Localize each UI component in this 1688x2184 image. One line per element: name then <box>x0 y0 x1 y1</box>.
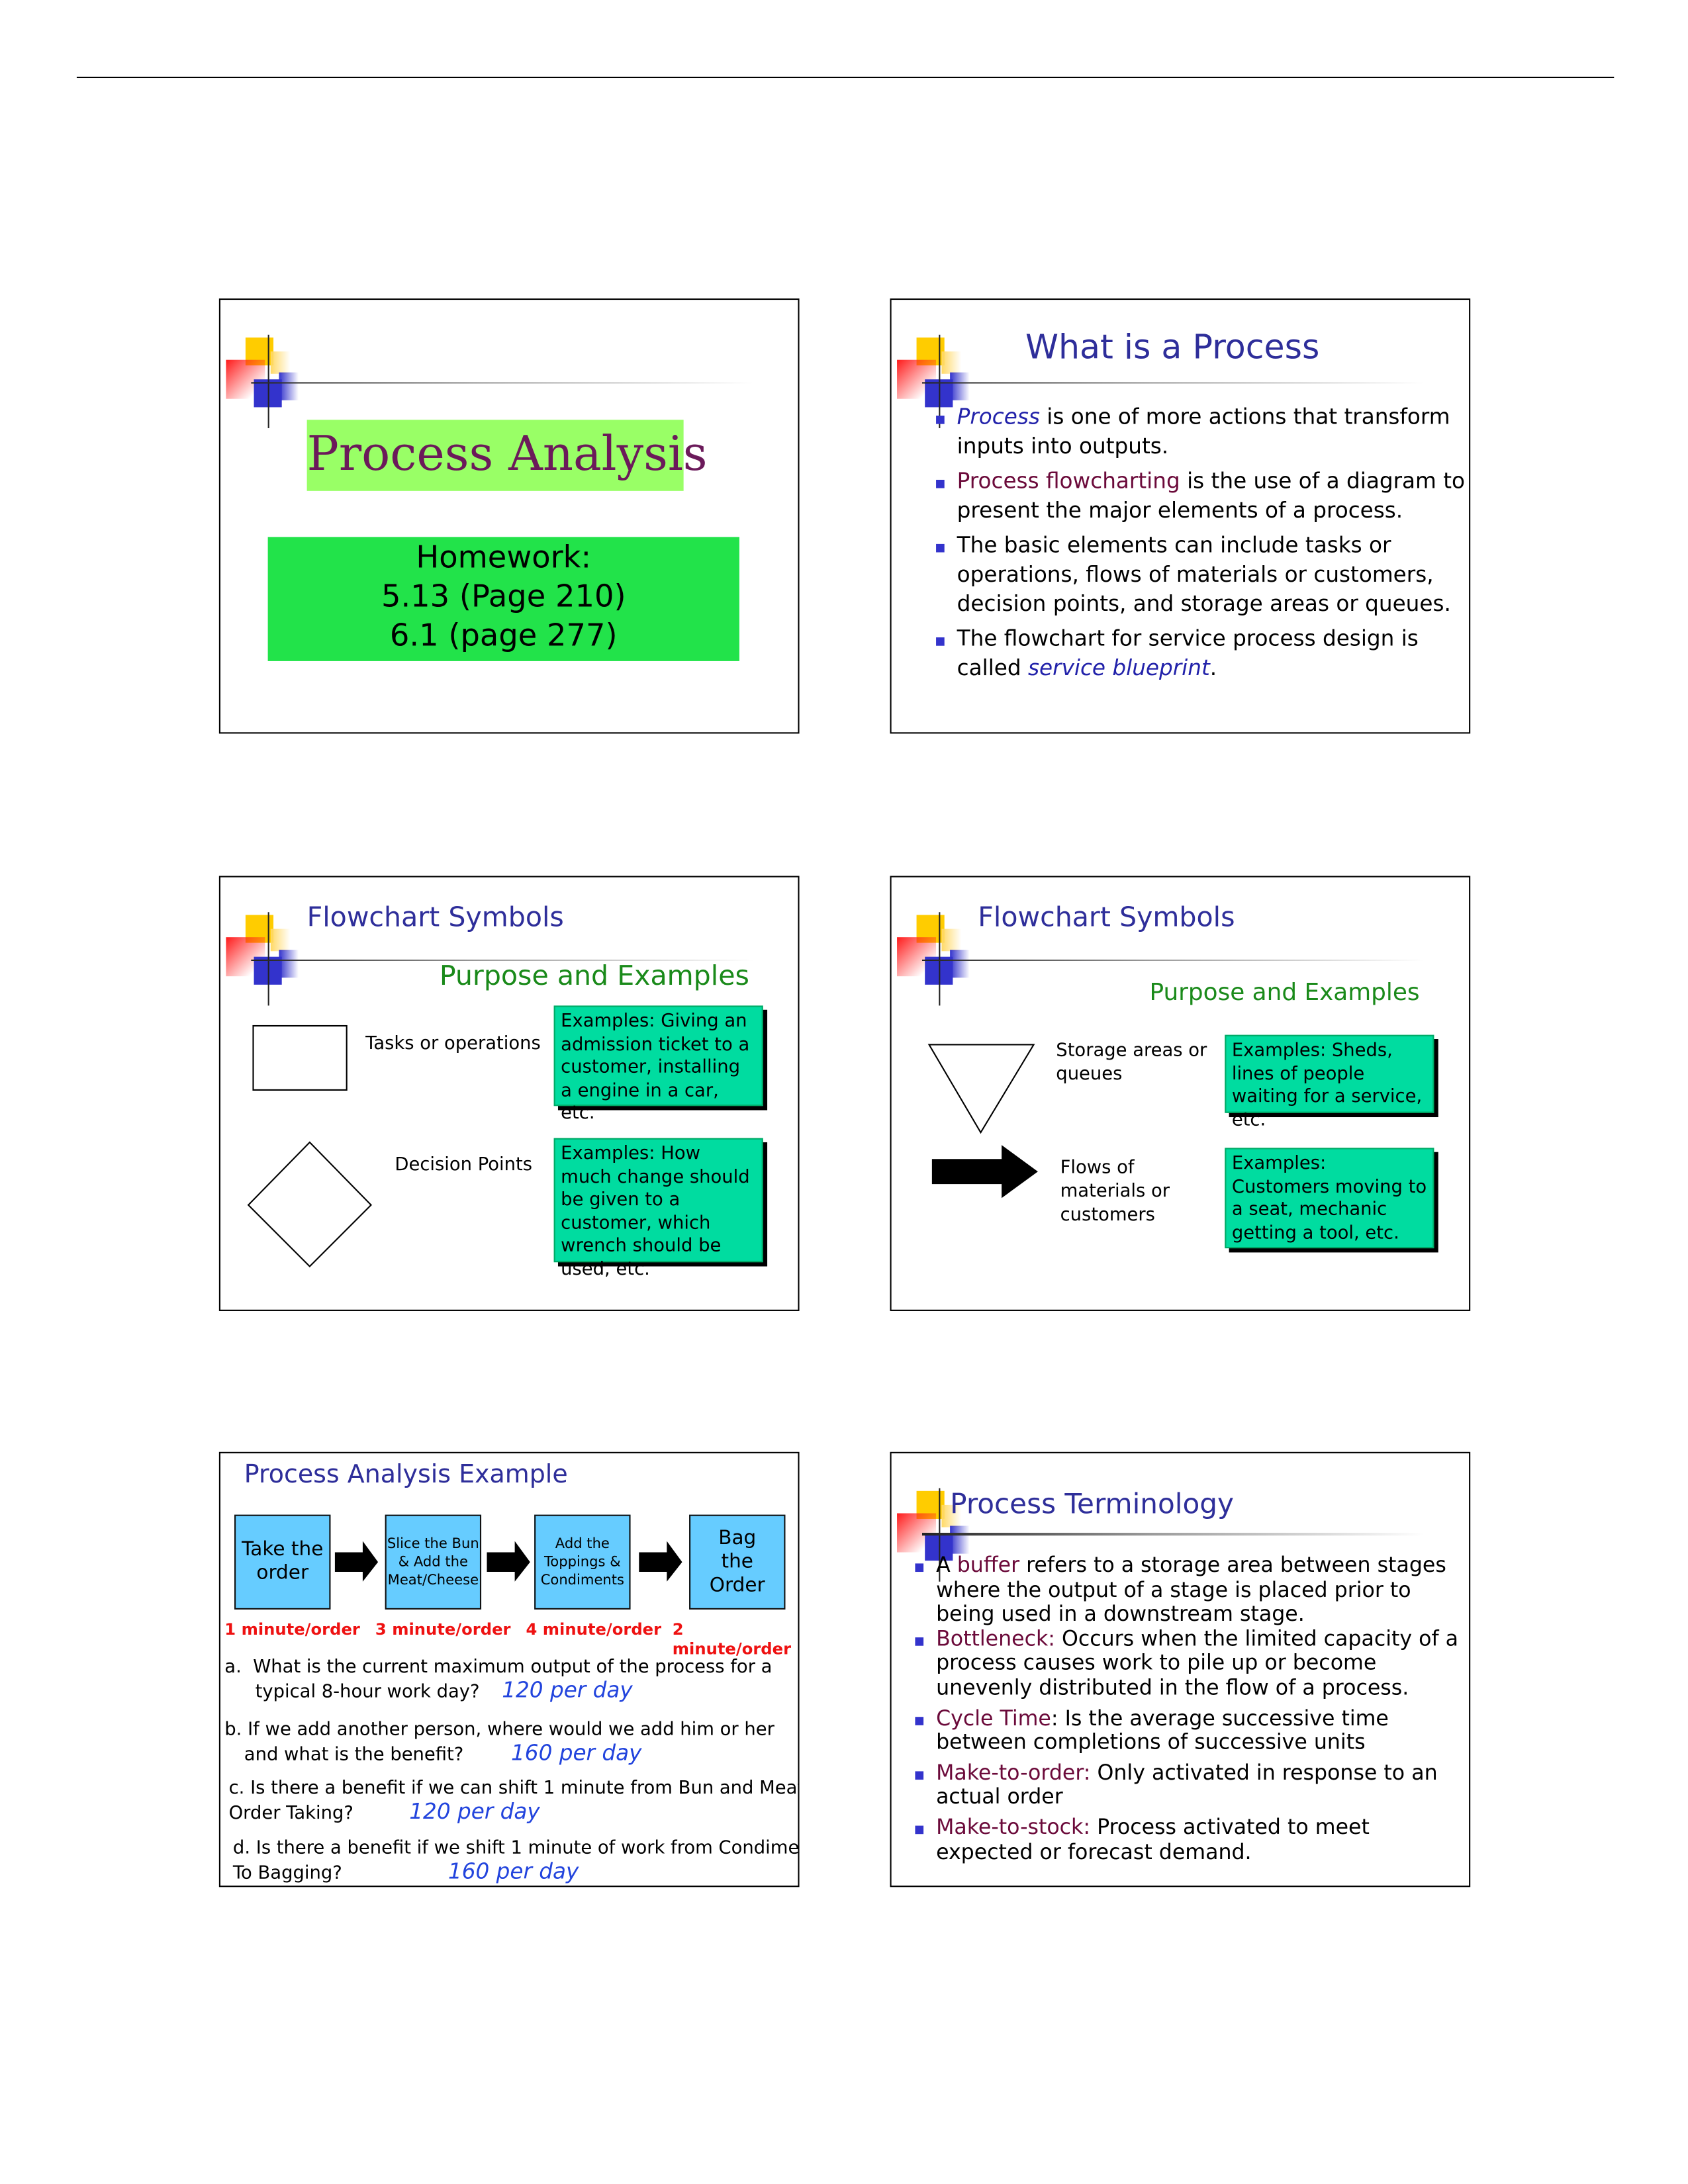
process-step: Slice the Bun & Add the Meat/Cheese <box>385 1514 482 1610</box>
term: Bottleneck: <box>936 1625 1055 1651</box>
example-box: Examples: How much change should be give… <box>553 1138 763 1280</box>
question-text: b. If we add another person, where would… <box>224 1719 774 1741</box>
term: Process <box>957 404 1040 430</box>
slide-title: What is a Process <box>1025 328 1320 367</box>
question-text: d. Is there a benefit if we shift 1 minu… <box>232 1838 800 1860</box>
example-box: Examples: Giving an admission ticket to … <box>553 1005 763 1124</box>
flow-arrow-icon <box>639 1541 682 1582</box>
slide-logo-icon <box>220 878 304 1017</box>
answer: 160 per day <box>510 1741 642 1766</box>
slide-title: Process Analysis <box>306 420 708 491</box>
homework-item: 6.1 (page 277) <box>389 619 618 655</box>
answer: 160 per day <box>447 1859 579 1885</box>
title-rule <box>251 381 753 384</box>
term: Make-to-stock: <box>936 1814 1091 1840</box>
process-step: Take the order <box>234 1514 331 1610</box>
bullet-item: Process is one of more actions that tran… <box>936 403 1466 462</box>
bullet-item: Make-to-stock: Process activated to meet… <box>915 1814 1459 1865</box>
bullet-item: A buffer refers to a storage area betwee… <box>915 1552 1459 1627</box>
slide-title: Process Terminology <box>950 1486 1234 1521</box>
step-time: 2 minute/order <box>672 1619 792 1659</box>
question: b. If we add another person, where would… <box>224 1718 774 1767</box>
term: Make-to-order: <box>936 1760 1091 1785</box>
question-text: and what is the benefit? <box>244 1745 464 1766</box>
slide-6: Process Terminology A buffer refers to a… <box>890 1451 1471 1888</box>
process-step: Bag the Order <box>689 1514 786 1610</box>
slide-3: Flowchart Symbols Purpose and Examples T… <box>218 876 800 1311</box>
flow-arrow-icon <box>334 1541 379 1582</box>
process-step: Add the Toppings & Condiments <box>534 1514 631 1610</box>
bullet-item: The basic elements can include tasks or … <box>936 531 1466 619</box>
question-text: a. What is the current maximum output of… <box>224 1657 773 1678</box>
question: a. What is the current maximum output of… <box>224 1655 772 1704</box>
bullet-list: A buffer refers to a storage area betwee… <box>915 1552 1459 1865</box>
symbol-label: Tasks or operations <box>365 1033 541 1055</box>
step-time: 1 minute/order <box>224 1619 360 1639</box>
term: Cycle Time <box>936 1705 1051 1731</box>
answer: 120 per day <box>502 1678 633 1704</box>
question-text: c. Is there a benefit if we can shift 1 … <box>228 1778 800 1799</box>
bullet-text: A <box>936 1552 957 1578</box>
term: Process flowcharting <box>957 469 1180 494</box>
flow-arrow-icon <box>487 1541 530 1582</box>
homework-heading: Homework: <box>416 541 592 576</box>
symbol-label: Flows of materials or customers <box>1060 1158 1170 1226</box>
title-rule <box>921 958 1425 961</box>
slide-1: Process Analysis Homework: 5.13 (Page 21… <box>218 298 800 734</box>
symbol-label: Storage areas or queues <box>1056 1040 1207 1085</box>
term: buffer <box>957 1552 1020 1578</box>
step-time: 4 minute/order <box>526 1619 662 1639</box>
slide-2: What is a Process Process is one of more… <box>890 298 1471 734</box>
diamond-symbol-icon <box>247 1141 373 1268</box>
answer: 120 per day <box>409 1799 540 1825</box>
slide-title: Process Analysis Example <box>244 1460 568 1490</box>
example-box: Examples: Customers moving to a seat, me… <box>1225 1148 1434 1249</box>
slide-title: Flowchart Symbols <box>306 901 564 933</box>
rectangle-symbol-icon <box>252 1024 348 1091</box>
inverted-triangle-symbol-icon <box>927 1044 1035 1134</box>
bullet-item: Process flowcharting is the use of a dia… <box>936 467 1466 526</box>
slide-title: Flowchart Symbols <box>978 901 1235 933</box>
page-header-rule <box>76 76 1615 79</box>
title-rule <box>921 1533 1425 1535</box>
homework-box: Homework: 5.13 (Page 210) 6.1 (page 277) <box>267 537 739 661</box>
slide-subtitle: Purpose and Examples <box>439 959 749 992</box>
question-text: To Bagging? <box>232 1863 342 1885</box>
slide-4: Flowchart Symbols Purpose and Examples S… <box>890 876 1471 1311</box>
bullet-text: The basic elements can include tasks or … <box>957 533 1451 617</box>
bullet-list: Process is one of more actions that tran… <box>936 403 1466 684</box>
bullet-text: . <box>1209 655 1217 681</box>
example-box: Examples: Sheds, lines of people waiting… <box>1225 1034 1434 1130</box>
question: c. Is there a benefit if we can shift 1 … <box>228 1777 800 1826</box>
bullet-item: Make-to-order: Only activated in respons… <box>915 1760 1459 1810</box>
bullet-item: The flowchart for service process design… <box>936 625 1466 684</box>
step-time: 3 minute/order <box>375 1619 511 1639</box>
question: d. Is there a benefit if we shift 1 minu… <box>232 1837 800 1886</box>
symbol-label: Decision Points <box>395 1154 533 1176</box>
homework-item: 5.13 (Page 210) <box>381 580 626 615</box>
question-text: Order Taking? <box>228 1803 353 1825</box>
slide-logo-icon <box>220 300 304 439</box>
block-arrow-symbol-icon <box>931 1145 1038 1199</box>
question-text: typical 8-hour work day? <box>255 1682 480 1704</box>
slide-subtitle: Purpose and Examples <box>1149 979 1420 1007</box>
slide-logo-icon <box>892 878 975 1017</box>
slide-5: Process Analysis Example Take the order … <box>218 1451 800 1888</box>
title-rule <box>921 381 1425 384</box>
term: service blueprint <box>1028 655 1210 681</box>
bullet-item: Cycle Time: Is the average successive ti… <box>915 1705 1459 1756</box>
bullet-item: Bottleneck: Occurs when the limited capa… <box>915 1625 1459 1701</box>
